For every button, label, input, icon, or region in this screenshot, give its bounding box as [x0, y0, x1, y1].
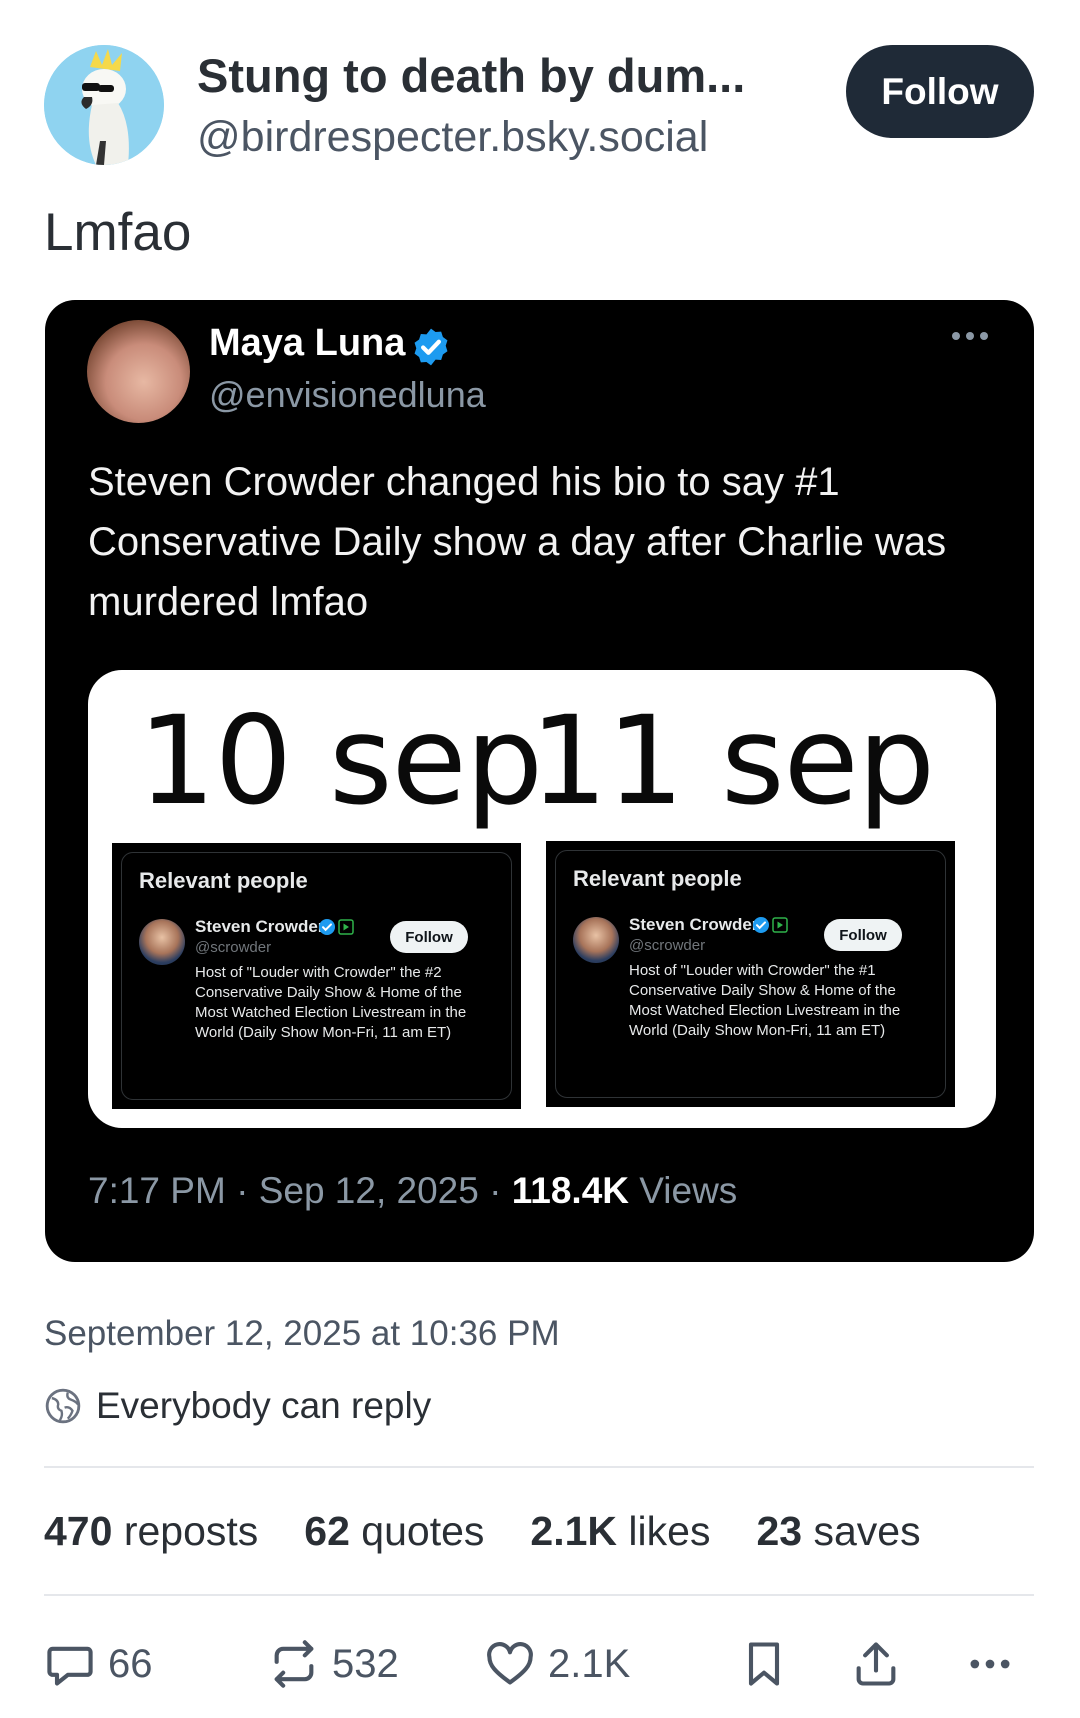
embedded-avatar: [87, 320, 190, 423]
verified-badge-icon: [753, 917, 788, 933]
embedded-date: Sep 12, 2025: [258, 1170, 479, 1211]
embedded-views-count: 118.4K: [511, 1170, 629, 1211]
quotes-stat[interactable]: 62 quotes: [304, 1508, 484, 1555]
embedded-author-handle: @envisionedluna: [209, 374, 486, 415]
engagement-stats: 470 reposts 62 quotes 2.1K likes 23 save…: [44, 1508, 921, 1555]
repost-count: 532: [332, 1641, 399, 1686]
panel-title: Relevant people: [573, 866, 742, 891]
reply-button[interactable]: 66: [44, 1638, 153, 1690]
embedded-views-label: Views: [639, 1170, 738, 1211]
more-icon: [952, 332, 988, 340]
panel-handle: @scrowder: [195, 939, 272, 956]
repost-button[interactable]: 532: [268, 1638, 399, 1690]
repost-icon: [274, 1640, 314, 1688]
follow-button[interactable]: Follow: [846, 45, 1034, 138]
relevant-people-panel-before: Relevant people Steven Crowder @scrowder…: [112, 843, 521, 1109]
bookmark-icon: [748, 1642, 780, 1686]
globe-icon: [45, 1388, 81, 1424]
reply-setting-text: Everybody can reply: [96, 1385, 432, 1426]
panel-name: Steven Crowder: [629, 915, 759, 934]
post-timestamp: September 12, 2025 at 10:36 PM: [44, 1314, 560, 1353]
panel-bio: Host of "Louder with Crowder" the #1 Con…: [629, 962, 901, 1039]
share-icon: [856, 1642, 896, 1686]
panel-name: Steven Crowder: [195, 917, 325, 936]
embedded-post-text: Steven Crowder changed his bio to say #1…: [88, 460, 947, 624]
reposts-stat[interactable]: 470 reposts: [44, 1508, 258, 1555]
embedded-time: 7:17 PM: [88, 1170, 226, 1211]
comparison-image: 10 sep 11 sep Relevant people Steven Cro…: [88, 670, 996, 1128]
like-button[interactable]: 2.1K: [484, 1638, 630, 1690]
panel-follow-button: Follow: [390, 921, 468, 953]
divider: [44, 1466, 1034, 1468]
more-options-icon: [970, 1659, 1010, 1669]
embedded-image[interactable]: Maya Luna @envisionedluna Steven Crowder…: [45, 300, 1034, 1262]
panel-bio: Host of "Louder with Crowder" the #2 Con…: [195, 964, 467, 1041]
right-date-label: 11 sep: [530, 690, 935, 832]
author-handle[interactable]: @birdrespecter.bsky.social: [197, 113, 708, 162]
panel-avatar: [573, 917, 619, 963]
post-text: Lmfao: [44, 203, 192, 262]
saves-stat[interactable]: 23 saves: [756, 1508, 920, 1555]
panel-handle: @scrowder: [629, 937, 706, 954]
author-avatar[interactable]: [44, 45, 164, 165]
likes-stat[interactable]: 2.1K likes: [530, 1508, 710, 1555]
relevant-people-panel-after: Relevant people Steven Crowder @scrowder…: [546, 841, 955, 1107]
share-button[interactable]: [850, 1638, 902, 1690]
reply-setting: Everybody can reply: [44, 1385, 431, 1427]
more-options-button[interactable]: [964, 1638, 1016, 1690]
cockatoo-avatar: [44, 45, 164, 165]
divider: [44, 1594, 1034, 1596]
left-date-label: 10 sep: [138, 690, 543, 832]
like-count: 2.1K: [548, 1641, 631, 1686]
like-icon: [487, 1642, 533, 1685]
embedded-author-name: Maya Luna: [209, 322, 406, 364]
panel-title: Relevant people: [139, 868, 308, 893]
verified-badge-icon: [414, 328, 448, 366]
verified-badge-icon: [319, 919, 354, 935]
embedded-post-meta: 7:17 PM · Sep 12, 2025 · 118.4K Views: [88, 1170, 738, 1211]
reply-count: 66: [108, 1641, 153, 1686]
author-display-name[interactable]: Stung to death by dum...: [197, 48, 745, 103]
reply-icon: [47, 1646, 93, 1686]
bookmark-button[interactable]: [738, 1638, 790, 1690]
panel-avatar: [139, 919, 185, 965]
panel-follow-button: Follow: [824, 919, 902, 951]
